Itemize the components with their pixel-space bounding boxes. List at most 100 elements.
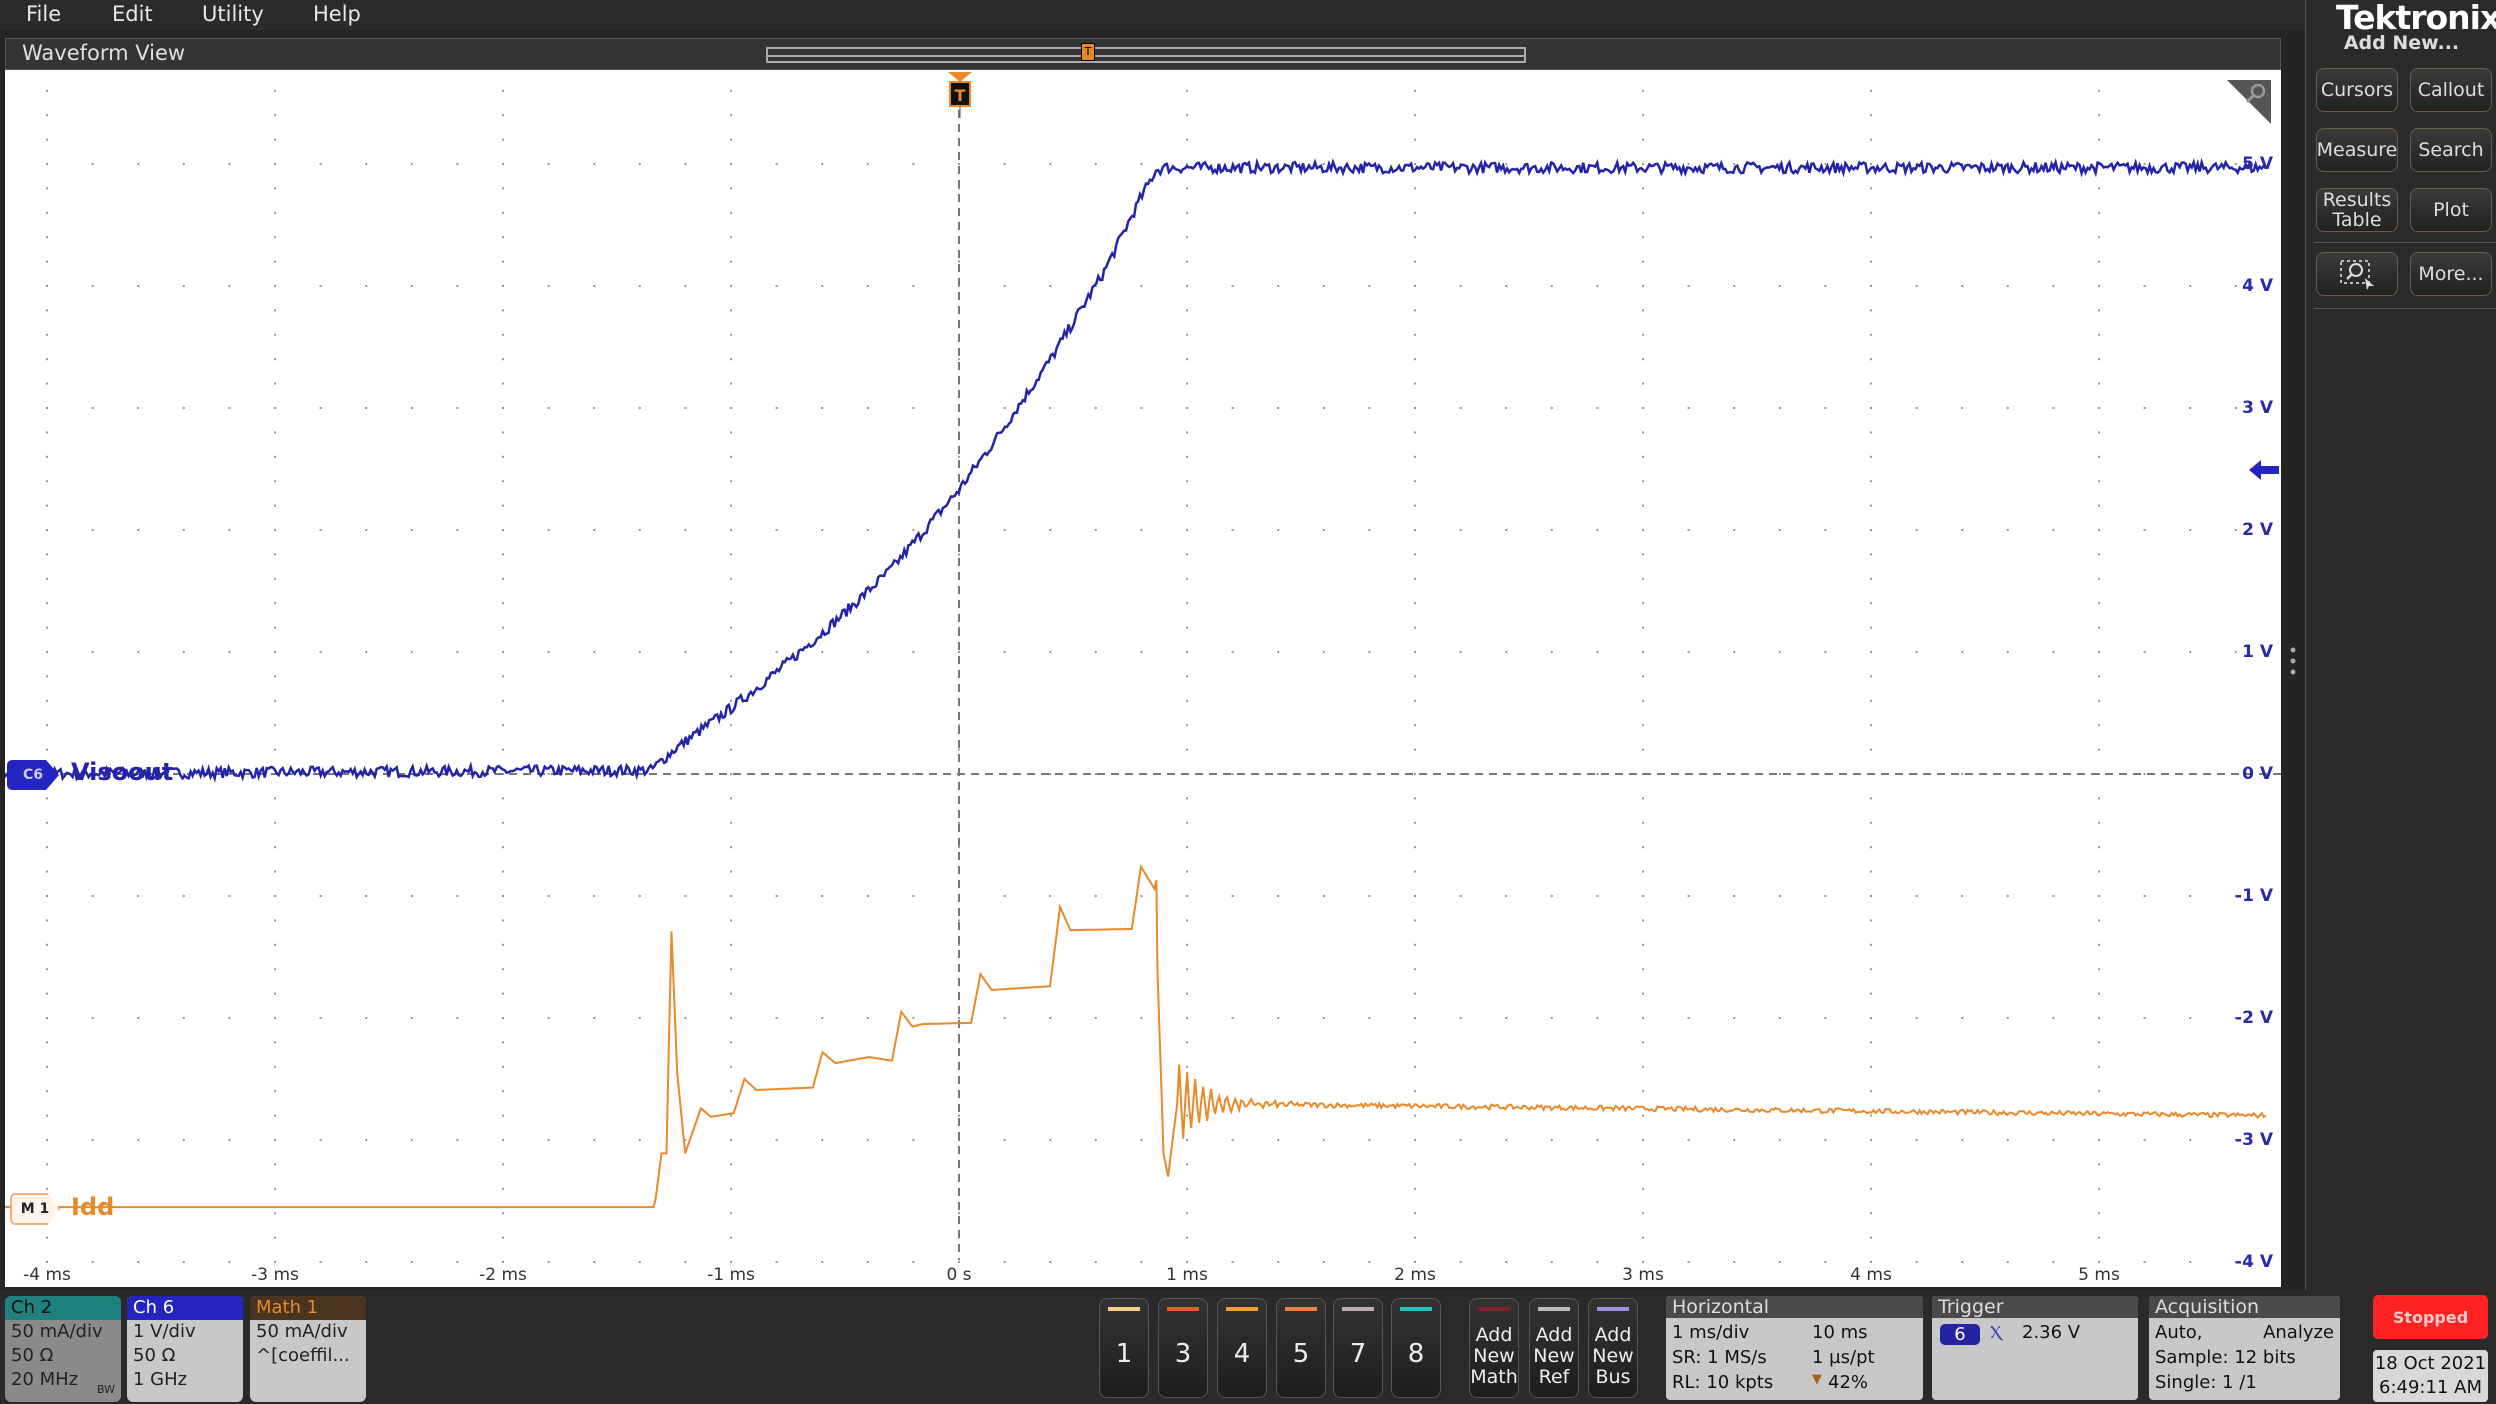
grid-dot [1687, 1139, 1690, 1141]
waveform-plot[interactable]: -4 ms -3 ms -2 ms -1 ms 0 s 1 ms 2 ms 3 ms 4 ms 5… [5, 70, 2281, 1287]
trigger-position-marker[interactable]: T [947, 72, 973, 118]
grid-dot [274, 992, 276, 995]
grid-dot [46, 992, 48, 995]
panel-resize-handle[interactable] [2290, 645, 2296, 681]
grid-dot [365, 285, 368, 287]
grid-dot [2143, 163, 2146, 165]
grid-dot [502, 602, 504, 605]
menu-help[interactable]: Help [313, 2, 361, 26]
grid-dot [456, 163, 459, 165]
grid-dot [1186, 748, 1188, 751]
channel-button-5[interactable]: 5 [1276, 1298, 1326, 1398]
grid-dot [1870, 138, 1872, 141]
grid-dot [410, 285, 413, 287]
grid-dot [1459, 651, 1462, 653]
grid-dot [274, 382, 276, 385]
grid-dot [1094, 1017, 1097, 1019]
grid-dot [228, 407, 231, 409]
grid-dot [1642, 1090, 1644, 1093]
channel-button-4[interactable]: 4 [1217, 1298, 1267, 1398]
results-table-button[interactable]: Results Table [2316, 188, 2398, 232]
grid-dot [365, 1261, 368, 1263]
grid-dot [593, 1139, 596, 1141]
cursors-button[interactable]: Cursors [2316, 68, 2398, 112]
channel-setting: 50 Ω [133, 1345, 176, 1366]
grid-dot [274, 480, 276, 483]
channel-setting: 50 mA/div [256, 1321, 348, 1342]
grid-dot [1870, 309, 1872, 312]
channel-button-1[interactable]: 1 [1099, 1298, 1149, 1398]
channel-badge-1[interactable]: Ch 61 V/div 50 Ω 1 GHz [127, 1296, 243, 1402]
channel-button-7[interactable]: 7 [1333, 1298, 1383, 1398]
grid-dot [821, 1261, 824, 1263]
menu-edit[interactable]: Edit [112, 2, 153, 26]
more-button[interactable]: More... [2410, 252, 2492, 296]
grid-dot [958, 1114, 960, 1117]
x-tick-label: -4 ms [23, 1265, 71, 1285]
grid-dot [1414, 992, 1416, 995]
grid-dot [1596, 1139, 1599, 1141]
grid-dot [2052, 285, 2055, 287]
grid-dot [866, 163, 869, 165]
search-button[interactable]: Search [2410, 128, 2492, 172]
grid-dot [2098, 748, 2100, 751]
y-tick-label: 0 V [2242, 764, 2273, 784]
record-overview-bar[interactable]: T [766, 43, 1526, 63]
grid-dot [2098, 1187, 2100, 1190]
grid-dot [2098, 504, 2100, 507]
zoom-corner-icon[interactable] [2225, 78, 2273, 126]
grid-dot [410, 1139, 413, 1141]
trigger-panel[interactable]: Trigger 6 Ⲭ 2.36 V [1932, 1296, 2138, 1400]
channel-number: 8 [1407, 1339, 1425, 1369]
grid-dot [502, 333, 504, 336]
grid-dot [410, 529, 413, 531]
grid-dot [1961, 529, 1964, 531]
add-new-button-0[interactable]: Add New Math [1469, 1298, 1519, 1398]
menu-utility[interactable]: Utility [202, 2, 264, 26]
grid-dot [1687, 407, 1690, 409]
grid-dot [730, 1236, 732, 1239]
run-stop-button[interactable]: Stopped [2373, 1295, 2488, 1339]
callout-button[interactable]: Callout [2410, 68, 2492, 112]
plot-button[interactable]: Plot [2410, 188, 2492, 232]
zoom-select-button[interactable] [2316, 252, 2398, 296]
grid-dot [2189, 895, 2192, 897]
add-new-button-1[interactable]: Add New Ref [1529, 1298, 1579, 1398]
grid-dot [274, 968, 276, 971]
grid-dot [1414, 309, 1416, 312]
grid-dot [1414, 846, 1416, 849]
grid-dot [502, 1114, 504, 1117]
grid-dot [182, 651, 185, 653]
grid-dot [502, 724, 504, 727]
grid-dot [1277, 651, 1280, 653]
grid-dot [1414, 773, 1416, 775]
grid-dot [1596, 651, 1599, 653]
grid-dot [2098, 89, 2100, 92]
measure-button[interactable]: Measure [2316, 128, 2398, 172]
grid-dot [1186, 529, 1188, 531]
menu-file[interactable]: File [26, 2, 61, 26]
channel-button-8[interactable]: 8 [1391, 1298, 1441, 1398]
channel-badge-0[interactable]: Ch 2 50 mA/div 50 Ω 20 MHz BW [5, 1296, 121, 1402]
overview-trigger-marker[interactable]: T [1081, 43, 1095, 61]
grid-dot [1277, 1017, 1280, 1019]
grid-dot [2143, 773, 2146, 775]
acquisition-panel[interactable]: Acquisition Auto, Analyze Sample: 12 bit… [2149, 1296, 2340, 1400]
horizontal-panel[interactable]: Horizontal 1 ms/div 10 ms SR: 1 MS/s 1 µ… [1666, 1296, 1923, 1400]
add-new-button-2[interactable]: Add New Bus [1588, 1298, 1638, 1398]
grid-dot [502, 260, 504, 263]
grid-dot [730, 1212, 732, 1215]
grid-dot [1870, 260, 1872, 263]
channel-badge-2[interactable]: Math 1 50 mA/div ^[coeffil... [250, 1296, 366, 1402]
grid-dot [46, 919, 48, 922]
y-tick-label: 2 V [2242, 520, 2273, 540]
channel-button-3[interactable]: 3 [1158, 1298, 1208, 1398]
grid-dot [547, 1139, 550, 1141]
grid-dot [502, 187, 504, 190]
grid-dot [730, 1187, 732, 1190]
grid-dot [1186, 1187, 1188, 1190]
grid-dot [2098, 1065, 2100, 1068]
grid-dot [1870, 358, 1872, 361]
y-tick-label: -2 V [2235, 1008, 2273, 1028]
grid-dot [2098, 187, 2100, 190]
